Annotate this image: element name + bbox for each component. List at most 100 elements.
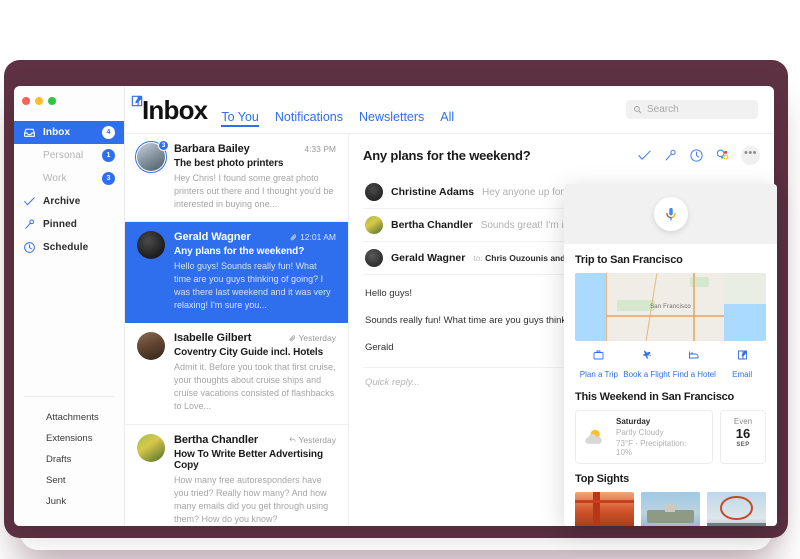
- email-button[interactable]: Email: [718, 349, 766, 382]
- sidebar-item-sent[interactable]: Sent: [14, 470, 124, 491]
- avatar: [137, 332, 165, 361]
- map-preview[interactable]: San Francisco: [575, 273, 766, 341]
- weather-text: Saturday Partly Cloudy 73°F · Precipitat…: [616, 417, 704, 457]
- mail-header: Barbara Bailey 4:33 PM: [174, 143, 336, 155]
- participant-name: Gerald Wagner: [391, 252, 466, 264]
- clock-icon[interactable]: [689, 148, 704, 163]
- trip-title: Trip to San Francisco: [575, 254, 683, 266]
- maximize-button[interactable]: [48, 97, 56, 105]
- compose-icon[interactable]: [130, 94, 146, 110]
- action-label: Book a Flight: [623, 370, 670, 379]
- tab-bar: To You Notifications Newsletters All: [221, 86, 454, 133]
- mail-time: Yesterday: [289, 333, 336, 343]
- sidebar-item-label: Pinned: [43, 219, 77, 230]
- mail-time-text: 12:01 AM: [300, 232, 336, 243]
- assistant-panel: Trip to San Francisco San Francisco Plan…: [564, 184, 777, 526]
- avatar: [365, 183, 383, 201]
- sidebar-item-personal[interactable]: Personal 1: [14, 144, 124, 167]
- sidebar-item-junk[interactable]: Junk: [14, 491, 124, 512]
- mail-list-item[interactable]: Gerald Wagner 12:01 AM Any plans for the…: [125, 222, 348, 324]
- avatar-image: [137, 433, 165, 462]
- sidebar-item-label: Schedule: [43, 242, 89, 253]
- more-icon[interactable]: •••: [741, 146, 760, 165]
- sight-thumbnail[interactable]: [707, 492, 766, 526]
- sight-thumbnail[interactable]: [641, 492, 700, 526]
- mail-header: Gerald Wagner 12:01 AM: [174, 231, 336, 243]
- mail-content: Isabelle Gilbert Yesterday Coventry City…: [174, 332, 336, 413]
- sidebar-item-drafts[interactable]: Drafts: [14, 449, 124, 470]
- sidebar-badge: 1: [102, 149, 115, 162]
- assistant-pointer: [727, 184, 739, 185]
- mail-content: Gerald Wagner 12:01 AM Any plans for the…: [174, 231, 336, 312]
- mail-time-text: 4:33 PM: [304, 144, 336, 154]
- google-assistant-icon[interactable]: [715, 148, 730, 163]
- attachment-icon: [289, 335, 296, 342]
- event-card[interactable]: Even 16 SEP: [720, 410, 766, 464]
- recipient-name: Chris Ouzounis: [485, 253, 548, 263]
- sidebar: Inbox 4 Personal 1 Work 3 Archive Pinned…: [14, 86, 143, 526]
- unread-badge: 3: [158, 140, 169, 151]
- sidebar-item-archive[interactable]: Archive: [14, 190, 124, 213]
- compose-icon: [718, 349, 766, 360]
- mail-header: Bertha Chandler Yesterday: [174, 434, 336, 446]
- mail-time-text: Yesterday: [298, 434, 337, 445]
- inbox-icon: [23, 126, 36, 139]
- mail-list-item[interactable]: Bertha Chandler Yesterday How To Write B…: [125, 425, 348, 526]
- search-input[interactable]: Search: [626, 100, 758, 119]
- page-title: Inbox: [142, 94, 208, 125]
- sidebar-item-work[interactable]: Work 3: [14, 167, 124, 190]
- participant-name: Bertha Chandler: [391, 219, 473, 231]
- book-a-flight-button[interactable]: Book a Flight: [623, 349, 671, 382]
- minimize-button[interactable]: [35, 97, 43, 105]
- sidebar-item-extensions[interactable]: Extensions: [14, 428, 124, 449]
- reply-icon: [289, 436, 296, 443]
- sidebar-item-label: Inbox: [43, 127, 71, 138]
- participant-preview: Sounds great! I'm in!: [480, 219, 573, 231]
- message-subject: Any plans for the weekend?: [363, 148, 531, 163]
- event-label: Even: [733, 417, 753, 426]
- action-label: Plan a Trip: [579, 370, 618, 379]
- archive-check-icon[interactable]: [637, 148, 652, 163]
- sidebar-item-schedule[interactable]: Schedule: [14, 236, 124, 259]
- map-label: San Francisco: [650, 304, 691, 310]
- sidebar-divider: [24, 396, 114, 397]
- map-road: [605, 273, 608, 341]
- mail-list-item[interactable]: Isabelle Gilbert Yesterday Coventry City…: [125, 323, 348, 425]
- avatar-image: [137, 231, 165, 260]
- plan-a-trip-button[interactable]: Plan a Trip: [575, 349, 623, 382]
- sight-thumbnail[interactable]: [575, 492, 634, 526]
- tab-to-you[interactable]: To You: [221, 102, 259, 132]
- mail-preview: How many free autoresponders have you tr…: [174, 474, 329, 524]
- airplane-icon: [623, 349, 671, 360]
- map-road: [693, 273, 695, 341]
- find-a-hotel-button[interactable]: Find a Hotel: [671, 349, 719, 382]
- pin-icon: [23, 218, 36, 231]
- mail-time: 4:33 PM: [304, 144, 336, 154]
- mail-list-item[interactable]: 3 Barbara Bailey 4:33 PM The best photo …: [125, 134, 348, 223]
- tab-notifications[interactable]: Notifications: [275, 102, 343, 132]
- assistant-content: Trip to San Francisco San Francisco Plan…: [564, 244, 777, 526]
- weather-card[interactable]: Saturday Partly Cloudy 73°F · Precipitat…: [575, 410, 713, 464]
- avatar-image: [137, 332, 165, 361]
- map-land-east: [723, 273, 766, 305]
- mail-content: Barbara Bailey 4:33 PM The best photo pr…: [174, 143, 336, 211]
- pin-icon[interactable]: [663, 148, 678, 163]
- tab-newsletters[interactable]: Newsletters: [359, 102, 424, 132]
- event-month: SEP: [736, 441, 750, 448]
- tab-all[interactable]: All: [440, 102, 454, 132]
- mail-list[interactable]: 3 Barbara Bailey 4:33 PM The best photo …: [125, 134, 349, 526]
- detail-header: Any plans for the weekend? •••: [363, 146, 760, 165]
- mail-subject: Coventry City Guide incl. Hotels: [174, 347, 324, 359]
- sidebar-item-pinned[interactable]: Pinned: [14, 213, 124, 236]
- google-mic-icon[interactable]: [653, 197, 688, 231]
- sidebar-item-attachments[interactable]: Attachments: [14, 407, 124, 428]
- mail-sender: Bertha Chandler: [174, 433, 259, 446]
- message-actions: •••: [637, 146, 760, 165]
- mail-sender: Barbara Bailey: [174, 143, 250, 155]
- mail-time: 12:01 AM: [290, 232, 336, 242]
- sidebar-item-inbox[interactable]: Inbox 4: [14, 121, 124, 144]
- weather-detail: 73°F · Precipitation: 10%: [616, 439, 687, 457]
- close-button[interactable]: [22, 97, 30, 105]
- mail-content: Bertha Chandler Yesterday How To Write B…: [174, 434, 336, 526]
